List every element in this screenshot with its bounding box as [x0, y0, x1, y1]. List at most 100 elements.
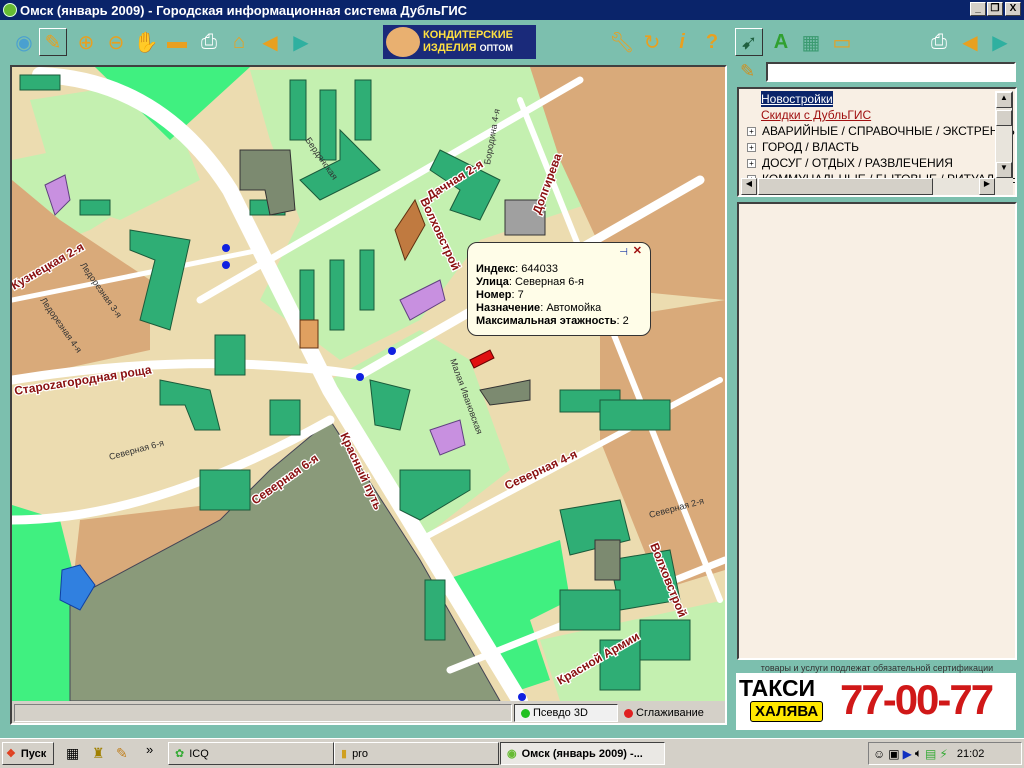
media-icon[interactable]: ▶	[903, 747, 912, 761]
index-value: 644033	[521, 263, 558, 275]
quicklaunch-icon[interactable]: ♜	[92, 745, 105, 762]
app-icon[interactable]	[3, 3, 17, 17]
ad-brand: ХАЛЯВА	[750, 701, 824, 722]
taxi-ad[interactable]: ТАКСИ ХАЛЯВА 77-00-77	[736, 673, 1016, 730]
tree-item-city[interactable]: + ГОРОД / ВЛАСТЬ	[747, 139, 859, 155]
task-pro[interactable]: ▮ pro	[334, 742, 499, 765]
floors-label: Максимальная этажность	[476, 315, 617, 327]
help-icon[interactable]: ?	[698, 28, 726, 56]
tree-item-label: ДОСУГ / ОТДЫХ / РАЗВЛЕЧЕНИЯ	[762, 156, 953, 170]
vertical-scrollbar[interactable]: ▲ ▼	[995, 91, 1013, 179]
tree-item-skidki[interactable]: Скидки с ДубльГИС	[761, 107, 871, 123]
number-label: Номер	[476, 289, 512, 301]
scroll-right-icon[interactable]: ▶	[979, 178, 995, 195]
folder-icon: ▮	[341, 748, 348, 760]
scroll-left-icon[interactable]: ◀	[741, 178, 757, 195]
system-tray: ☺ ▣ ▶ 🔈︎ ▤ ⚡︎ 21:02	[868, 742, 1022, 765]
pointer-icon[interactable]: ✎	[39, 28, 67, 56]
print-icon[interactable]: ⎙	[195, 28, 223, 56]
certification-note: товары и услуги подлежат обязательной се…	[760, 663, 994, 673]
panel-print-icon[interactable]: ⎙	[925, 28, 953, 56]
purpose-value: Автомойка	[546, 302, 602, 314]
street-label: Улица	[476, 276, 509, 288]
task-dublgis[interactable]: ◉ Омск (январь 2009) -...	[500, 742, 665, 765]
start-button[interactable]: ❖ Пуск	[2, 742, 54, 765]
tray-user-icon[interactable]: ☺	[873, 747, 885, 761]
horizontal-scrollbar[interactable]: ◀ ▶	[741, 178, 1013, 195]
number-value: 7	[517, 289, 524, 301]
tree-item-emergency[interactable]: + АВАРИЙНЫЕ / СПРАВОЧНЫЕ / ЭКСТРЕННЫЕ	[747, 123, 1017, 139]
scroll-down-icon[interactable]: ▼	[996, 162, 1012, 178]
wrench-icon[interactable]: 🔧︎	[608, 28, 636, 56]
close-button[interactable]: X	[1005, 2, 1021, 16]
money-icon[interactable]: ▦	[797, 28, 825, 56]
banner-line2: ИЗДЕЛИЯ	[423, 42, 477, 54]
pin-icon[interactable]: ⊣	[619, 246, 628, 259]
task-label: Омск (январь 2009) -...	[521, 747, 643, 760]
pseudo3d-toggle[interactable]: Псевдо 3D	[514, 704, 618, 722]
banner-line3: ОПТОМ	[479, 43, 513, 53]
refresh-icon[interactable]: ↻	[638, 28, 666, 56]
home-icon[interactable]: ⌂	[225, 28, 253, 56]
search-abc-icon[interactable]: A	[767, 28, 795, 56]
info-icon[interactable]: i	[668, 28, 696, 56]
close-popup-icon[interactable]: ✕	[633, 245, 642, 258]
ad-banner[interactable]: КОНДИТЕРСКИЕ ИЗДЕЛИЯ ОПТОМ	[383, 25, 536, 59]
banner-line1: КОНДИТЕРСКИЕ	[423, 29, 513, 41]
maximize-button[interactable]: ❐	[987, 2, 1003, 16]
expand-icon[interactable]: +	[747, 158, 756, 168]
pseudo3d-label: Псевдо 3D	[533, 707, 588, 719]
street-value: Северная 6-я	[515, 276, 585, 288]
task-label: pro	[352, 747, 368, 760]
bus-icon[interactable]: ▭	[828, 28, 856, 56]
volume-icon[interactable]: 🔈︎	[915, 746, 922, 761]
minimize-button[interactable]: _	[970, 2, 986, 16]
smoothing-toggle[interactable]: Сглаживание	[618, 704, 722, 722]
tree-item-novostroyki[interactable]: Новостройки	[761, 91, 833, 107]
panel-forward-icon[interactable]: ▶	[986, 28, 1014, 56]
map-canvas[interactable]: Дачная 2-я Долгирева Волховстрой Староzа…	[12, 67, 725, 701]
hand-icon[interactable]: ✋	[132, 28, 160, 56]
tree-item-leisure[interactable]: + ДОСУГ / ОТДЫХ / РАЗВЛЕЧЕНИЯ	[747, 155, 953, 171]
search-input[interactable]	[766, 62, 1016, 82]
back-arrow-icon[interactable]: ◀	[256, 28, 284, 56]
expand-icon[interactable]: +	[747, 126, 756, 136]
tree-item-label: АВАРИЙНЫЕ / СПРАВОЧНЫЕ / ЭКСТРЕННЫЕ	[762, 124, 1017, 138]
forward-arrow-icon[interactable]: ▶	[287, 28, 315, 56]
zoom-in-icon[interactable]: ⊕	[72, 28, 100, 56]
clock: 21:02	[956, 747, 985, 760]
index-label: Индекс	[476, 263, 516, 275]
tree-item-label: ГОРОД / ВЛАСТЬ	[762, 140, 860, 154]
task-icq[interactable]: ✿ ICQ	[168, 742, 334, 765]
quicklaunch-icon[interactable]: ✎	[116, 745, 128, 762]
icq-flower-icon: ✿	[175, 748, 185, 760]
panel-back-icon[interactable]: ◀	[956, 28, 984, 56]
quicklaunch-more-icon[interactable]: »	[146, 742, 153, 757]
start-label: Пуск	[20, 747, 47, 760]
hscroll-thumb[interactable]	[758, 178, 933, 195]
pencil-icon: ✎	[740, 61, 756, 81]
ruler-icon[interactable]: ▬	[163, 28, 191, 56]
power-icon[interactable]: ⚡︎	[939, 747, 947, 761]
calendar-icon[interactable]: ▦	[66, 745, 79, 762]
tray-app-icon[interactable]: ▤	[925, 747, 936, 761]
ad-phone: 77-00-77	[840, 676, 994, 723]
task-label: ICQ	[189, 747, 209, 760]
window-title: Омск (январь 2009) - Городская информаци…	[20, 2, 468, 18]
title-bar: Омск (январь 2009) - Городская информаци…	[0, 0, 1024, 20]
globe-icon[interactable]: ◉	[10, 28, 38, 56]
zoom-out-icon[interactable]: ⊖	[102, 28, 130, 56]
scroll-thumb[interactable]	[996, 110, 1012, 126]
status-bar	[14, 704, 512, 722]
network-icon[interactable]: ▣	[888, 747, 899, 761]
smoothing-label: Сглаживание	[636, 707, 704, 719]
navigator-icon[interactable]: ➹	[735, 28, 763, 56]
dublgis-icon: ◉	[507, 748, 517, 760]
expand-icon[interactable]: +	[747, 142, 756, 152]
rubric-tree: Новостройки Скидки с ДубльГИС + АВАРИЙНЫЕ…	[737, 87, 1017, 197]
purpose-label: Назначение	[476, 302, 541, 314]
city-map[interactable]: Дачная 2-я Долгирева Волховстрой Староzа…	[12, 67, 725, 701]
scroll-up-icon[interactable]: ▲	[996, 92, 1012, 108]
ad-taxi-text: ТАКСИ	[739, 675, 816, 701]
windows-logo-icon: ❖	[6, 748, 16, 760]
